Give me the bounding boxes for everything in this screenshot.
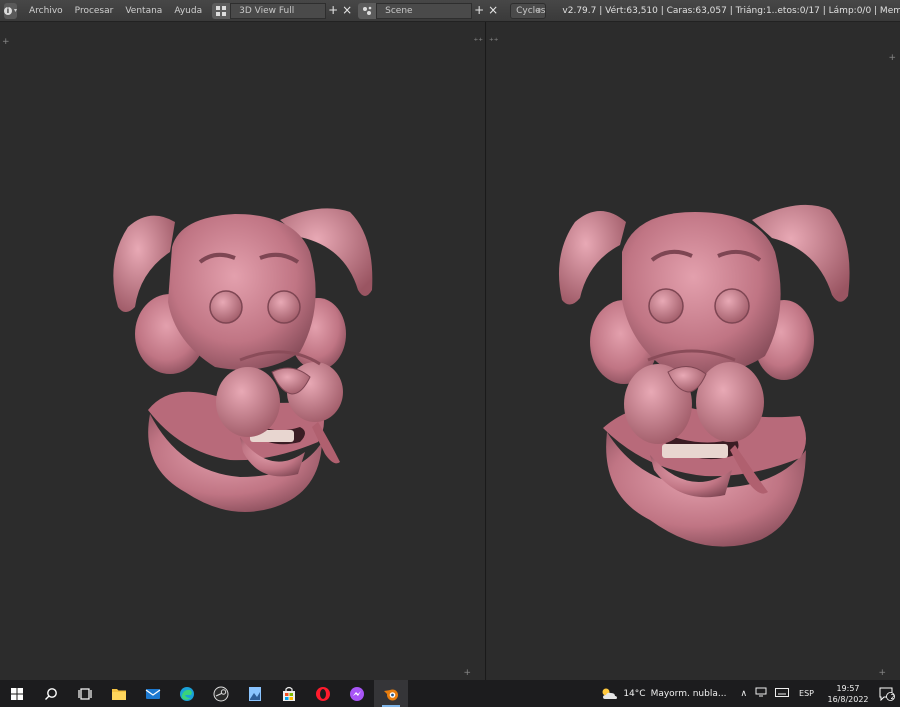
weather-description: Mayorm. nubla... <box>650 688 727 699</box>
clock-date: 16/8/2022 <box>827 694 869 704</box>
store-button[interactable] <box>272 680 306 707</box>
weather-temperature: 14°C <box>623 688 646 699</box>
dog-sculpt-model-left <box>113 208 373 512</box>
render-engine-dropdown[interactable]: Cycles ⬍ <box>510 2 547 19</box>
scene-selector: Scene + × <box>358 2 500 19</box>
menu-archivo[interactable]: Archivo <box>23 6 69 16</box>
messenger-button[interactable] <box>340 680 374 707</box>
gallery-icon <box>249 686 261 701</box>
mail-icon <box>145 688 161 699</box>
scene-icon[interactable] <box>358 2 377 19</box>
keyboard-icon[interactable] <box>775 687 790 700</box>
notification-count: 2 <box>890 693 895 701</box>
screen-layout-selector: 3D View Full + × <box>212 2 354 19</box>
messenger-icon <box>350 686 364 701</box>
opera-button[interactable] <box>306 680 340 707</box>
search-button[interactable] <box>34 680 68 707</box>
add-scene-button[interactable]: + <box>472 3 486 19</box>
folder-icon <box>112 688 126 700</box>
task-view-icon <box>78 687 92 700</box>
store-icon <box>283 686 295 701</box>
edge-browser-icon <box>180 686 194 701</box>
system-tray: 14°C Mayorm. nubla... ∧ ESP 19:57 16/8/2… <box>600 680 900 707</box>
layout-name-field[interactable]: 3D View Full <box>230 2 327 19</box>
delete-scene-button[interactable]: × <box>486 3 500 19</box>
3d-viewport-left[interactable]: + ⁺⁺ + <box>0 22 486 680</box>
search-icon <box>45 687 57 700</box>
task-view-button[interactable] <box>68 680 102 707</box>
windows-start-button[interactable] <box>0 680 34 707</box>
menu-ayuda[interactable]: Ayuda <box>168 6 208 16</box>
blender-info-header: i ▾ Archivo Procesar Ventana Ayuda 3D Vi… <box>0 0 900 22</box>
3d-viewport-right[interactable]: ⁺⁺ + + <box>487 22 900 680</box>
delete-layout-button[interactable]: × <box>340 3 354 19</box>
info-icon: i <box>4 6 12 15</box>
blender-taskbar-button[interactable] <box>374 680 408 707</box>
notification-center-button[interactable]: 2 <box>874 680 900 707</box>
chevron-down-icon: ▾ <box>14 7 18 14</box>
steam-button[interactable] <box>204 680 238 707</box>
network-icon[interactable] <box>755 687 767 700</box>
blender-icon <box>384 689 398 700</box>
menu-ventana[interactable]: Ventana <box>119 6 168 16</box>
partly-cloudy-icon <box>602 688 618 699</box>
file-explorer-button[interactable] <box>102 680 136 707</box>
main-menu: Archivo Procesar Ventana Ayuda <box>23 6 208 16</box>
clock-time: 19:57 <box>836 683 860 693</box>
opera-icon <box>316 686 330 701</box>
mail-button[interactable] <box>136 680 170 707</box>
edge-button[interactable] <box>170 680 204 707</box>
layout-grid-icon[interactable] <box>212 2 231 19</box>
clock[interactable]: 19:57 16/8/2022 <box>822 683 874 705</box>
add-layout-button[interactable]: + <box>326 3 340 19</box>
windows-logo-icon <box>11 687 23 700</box>
dog-sculpt-model-right <box>558 204 850 547</box>
updown-arrows-icon: ⬍ <box>536 6 543 15</box>
chevron-up-icon[interactable]: ∧ <box>740 689 747 699</box>
gallery-app-button[interactable] <box>238 680 272 707</box>
scene-statistics: v2.79.7 | Vért:63,510 | Caras:63,057 | T… <box>562 5 900 16</box>
scene-name-field[interactable]: Scene <box>376 2 473 19</box>
editor-type-button[interactable]: i ▾ <box>4 2 18 19</box>
windows-taskbar: 14°C Mayorm. nubla... ∧ ESP 19:57 16/8/2… <box>0 680 900 707</box>
menu-procesar[interactable]: Procesar <box>69 6 120 16</box>
input-language[interactable]: ESP <box>799 689 814 698</box>
steam-icon <box>213 686 229 701</box>
weather-widget[interactable]: 14°C Mayorm. nubla... <box>600 687 726 701</box>
